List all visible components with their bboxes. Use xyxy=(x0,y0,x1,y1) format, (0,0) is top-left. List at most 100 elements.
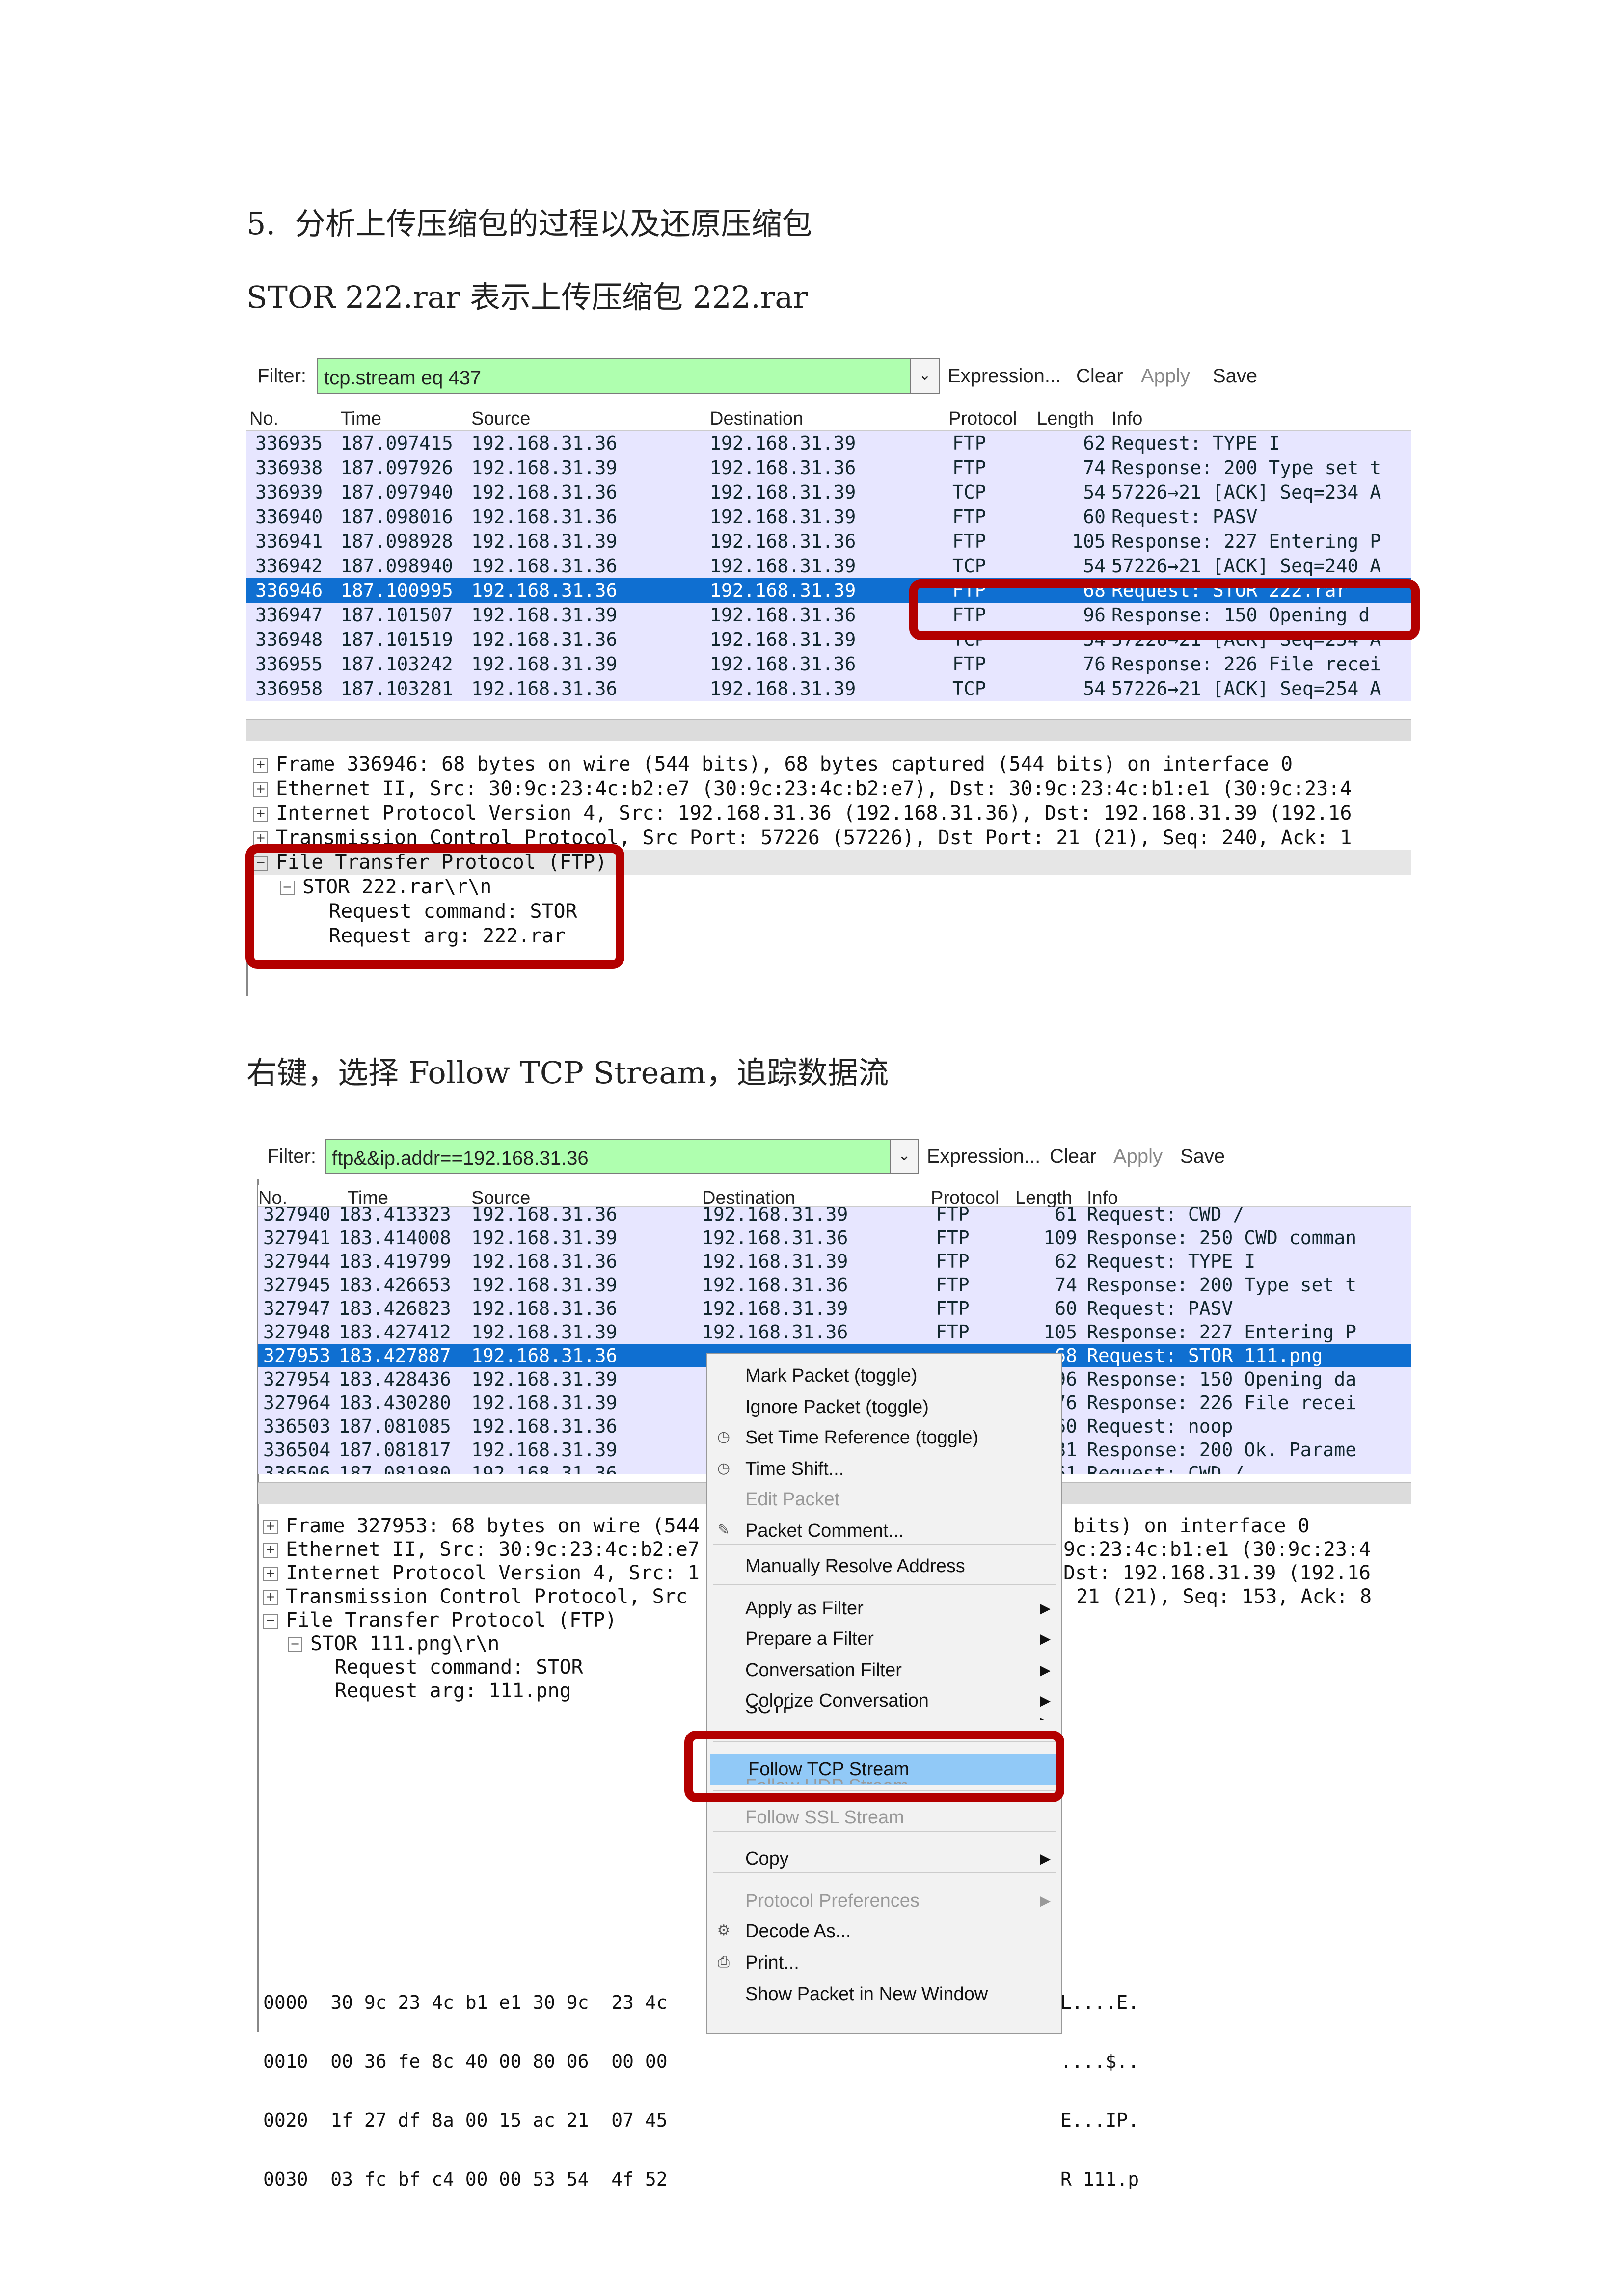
col-source[interactable]: Source xyxy=(471,1188,530,1209)
menu-item-print[interactable]: ⎙ Print... xyxy=(707,1948,1061,1978)
expand-icon[interactable]: + xyxy=(253,782,268,797)
detail-frame[interactable]: + Frame 327953: 68 bytes on wire (544 xyxy=(263,1514,700,1538)
expand-icon[interactable]: + xyxy=(253,758,268,773)
menu-item-copy[interactable]: Copy ▶ xyxy=(707,1843,1061,1874)
menu-item-apply-as-filter[interactable]: Apply as Filter ▶ xyxy=(707,1593,1061,1624)
col-length[interactable]: Length xyxy=(1015,1188,1072,1209)
menu-item-sctp[interactable]: SCTP ▶ xyxy=(707,1707,1061,1720)
detail-request-arg[interactable]: Request arg: 111.png xyxy=(335,1679,571,1703)
menu-item-show-packet-in-new-window[interactable]: Show Packet in New Window xyxy=(707,1979,1061,2009)
expand-icon[interactable]: + xyxy=(263,1590,278,1605)
packet-row[interactable]: 327945 183.426653 192.168.31.39 192.168.31.… xyxy=(258,1273,1411,1297)
menu-item-manually-resolve-address[interactable]: Manually Resolve Address xyxy=(707,1551,1061,1581)
packet-row[interactable]: 327944 183.419799 192.168.31.36 192.168.31.… xyxy=(258,1250,1411,1273)
packet-list-1: 336935 187.097415 192.168.31.36 192.168.31.… xyxy=(246,431,1411,706)
detail-ip[interactable]: + Internet Protocol Version 4, Src: 1 xyxy=(263,1561,700,1585)
expand-icon[interactable]: + xyxy=(263,1520,278,1534)
menu-item-decode-as[interactable]: ⚙ Decode As... xyxy=(707,1916,1061,1947)
detail-ip[interactable]: + Internet Protocol Version 4, Src: 192.1… xyxy=(253,801,1352,826)
menu-item-protocol-preferences[interactable]: Protocol Preferences ▶ xyxy=(707,1886,1061,1916)
save-button[interactable]: Save xyxy=(1180,1146,1225,1168)
collapse-icon[interactable]: − xyxy=(263,1614,278,1629)
menu-item-label: Apply as Filter xyxy=(745,1598,864,1619)
detail-request-command[interactable]: Request command: STOR xyxy=(335,1655,583,1680)
menu-item-set-time-reference-toggle[interactable]: ◷ Set Time Reference (toggle) xyxy=(707,1422,1061,1453)
section-heading: 5. 分析上传压缩包的过程以及还原压缩包 xyxy=(246,206,812,241)
menu-item-conversation-filter[interactable]: Conversation Filter ▶ xyxy=(707,1655,1061,1685)
cell-protocol: FTP xyxy=(936,1274,970,1296)
col-no[interactable]: No. xyxy=(258,1188,287,1209)
menu-item-prepare-a-filter[interactable]: Prepare a Filter ▶ xyxy=(707,1624,1061,1654)
detail-ethernet-tail: 9c:23:4c:b1:e1 (30:9c:23:4 xyxy=(1063,1538,1371,1561)
packet-row[interactable]: 336940 187.098016 192.168.31.36 192.168.31.… xyxy=(246,505,1411,529)
cell-destination: 192.168.31.39 xyxy=(702,1207,848,1225)
packet-row[interactable]: 327947 183.426823 192.168.31.36 192.168.31.… xyxy=(258,1297,1411,1320)
apply-button[interactable]: Apply xyxy=(1141,365,1190,387)
cell-info: Response: 250 CWD comman xyxy=(1087,1227,1357,1249)
col-info[interactable]: Info xyxy=(1087,1188,1118,1209)
detail-tcp[interactable]: + Transmission Control Protocol, Src xyxy=(263,1584,688,1609)
filter-dropdown-button[interactable]: ⌄ xyxy=(890,1139,919,1174)
expand-icon[interactable]: + xyxy=(263,1567,278,1581)
cell-info: Response: 200 Type set t xyxy=(1111,457,1381,479)
clear-button[interactable]: Clear xyxy=(1076,365,1123,387)
detail-ethernet[interactable]: + Ethernet II, Src: 30:9c:23:4c:b2:e7 xyxy=(263,1537,700,1562)
expand-icon[interactable]: + xyxy=(253,807,268,822)
packet-row[interactable]: 336958 187.103281 192.168.31.36 192.168.31.… xyxy=(246,676,1411,701)
packet-row[interactable]: 336938 187.097926 192.168.31.39 192.168.31.… xyxy=(246,455,1411,480)
menu-item-ignore-packet-toggle[interactable]: Ignore Packet (toggle) xyxy=(707,1392,1061,1422)
detail-ftp[interactable]: − File Transfer Protocol (FTP) xyxy=(263,1608,617,1632)
filter-input[interactable]: tcp.stream eq 437 xyxy=(317,358,911,394)
packet-row[interactable]: 336941 187.098928 192.168.31.39 192.168.31.… xyxy=(246,529,1411,554)
packet-row[interactable]: 327948 183.427412 192.168.31.39 192.168.31.… xyxy=(258,1320,1411,1344)
cell-source: 192.168.31.39 xyxy=(471,1227,618,1249)
cell-time: 187.103281 xyxy=(341,678,453,699)
col-protocol[interactable]: Protocol xyxy=(948,408,1017,429)
menu-item-follow-ssl-stream[interactable]: Follow SSL Stream xyxy=(707,1802,1061,1833)
col-destination[interactable]: Destination xyxy=(710,408,803,429)
menu-item-packet-comment[interactable]: ✎ Packet Comment... xyxy=(707,1516,1061,1546)
detail-ethernet[interactable]: + Ethernet II, Src: 30:9c:23:4c:b2:e7 (30… xyxy=(253,776,1352,801)
expand-icon[interactable]: + xyxy=(263,1543,278,1558)
packet-row[interactable]: 336939 187.097940 192.168.31.36 192.168.31.… xyxy=(246,480,1411,505)
expression-button[interactable]: Expression... xyxy=(947,365,1061,387)
clear-button[interactable]: Clear xyxy=(1050,1146,1097,1168)
menu-separator xyxy=(713,1831,1056,1832)
detail-ftp-stor[interactable]: − STOR 111.png\r\n xyxy=(288,1631,499,1656)
expression-button[interactable]: Expression... xyxy=(927,1146,1040,1168)
cell-no: 336942 xyxy=(255,555,323,577)
hex-line: 0030 03 fc bf c4 00 00 53 54 4f 52 xyxy=(263,2168,668,2190)
packet-row[interactable]: 336955 187.103242 192.168.31.39 192.168.31.… xyxy=(246,652,1411,676)
col-length[interactable]: Length xyxy=(1037,408,1094,429)
cell-time: 187.098016 xyxy=(341,506,453,528)
save-button[interactable]: Save xyxy=(1213,365,1257,387)
apply-button[interactable]: Apply xyxy=(1113,1146,1163,1168)
packet-list-scrollbar[interactable] xyxy=(246,719,1411,741)
menu-item-mark-packet-toggle[interactable]: Mark Packet (toggle) xyxy=(707,1361,1061,1391)
packet-row[interactable]: 336935 187.097415 192.168.31.36 192.168.31.… xyxy=(246,431,1411,455)
cell-destination: 192.168.31.36 xyxy=(702,1227,848,1249)
col-protocol[interactable]: Protocol xyxy=(931,1188,999,1209)
detail-frame[interactable]: + Frame 336946: 68 bytes on wire (544 bit… xyxy=(253,752,1293,776)
ascii-line: ....$.. xyxy=(1060,2051,1139,2072)
cell-no: 327944 xyxy=(263,1251,331,1272)
menu-item-label: Set Time Reference (toggle) xyxy=(745,1427,979,1448)
filter-dropdown-button[interactable]: ⌄ xyxy=(910,358,940,394)
col-time[interactable]: Time xyxy=(341,408,381,429)
menu-item-time-shift[interactable]: ◷ Time Shift... xyxy=(707,1454,1061,1484)
collapse-icon[interactable]: − xyxy=(288,1637,302,1652)
packet-row[interactable]: 327940 183.413323 192.168.31.36 192.168.31.… xyxy=(258,1207,1411,1226)
col-source[interactable]: Source xyxy=(471,408,530,429)
menu-item-edit-packet[interactable]: Edit Packet xyxy=(707,1484,1061,1515)
hex-line: 0000 30 9c 23 4c b1 e1 30 9c 23 4c xyxy=(263,1992,668,2013)
cell-source: 192.168.31.39 xyxy=(471,1321,618,1343)
filter-input[interactable]: ftp&&ip.addr==192.168.31.36 xyxy=(325,1139,891,1174)
packet-row[interactable]: 336942 187.098940 192.168.31.36 192.168.31.… xyxy=(246,554,1411,578)
col-time[interactable]: Time xyxy=(348,1188,388,1209)
col-info[interactable]: Info xyxy=(1111,408,1142,429)
col-destination[interactable]: Destination xyxy=(702,1188,795,1209)
packet-row[interactable]: 327941 183.414008 192.168.31.39 192.168.31.… xyxy=(258,1226,1411,1250)
cell-no: 336948 xyxy=(255,629,323,650)
col-no[interactable]: No. xyxy=(249,408,278,429)
cell-destination: 192.168.31.36 xyxy=(710,457,856,479)
